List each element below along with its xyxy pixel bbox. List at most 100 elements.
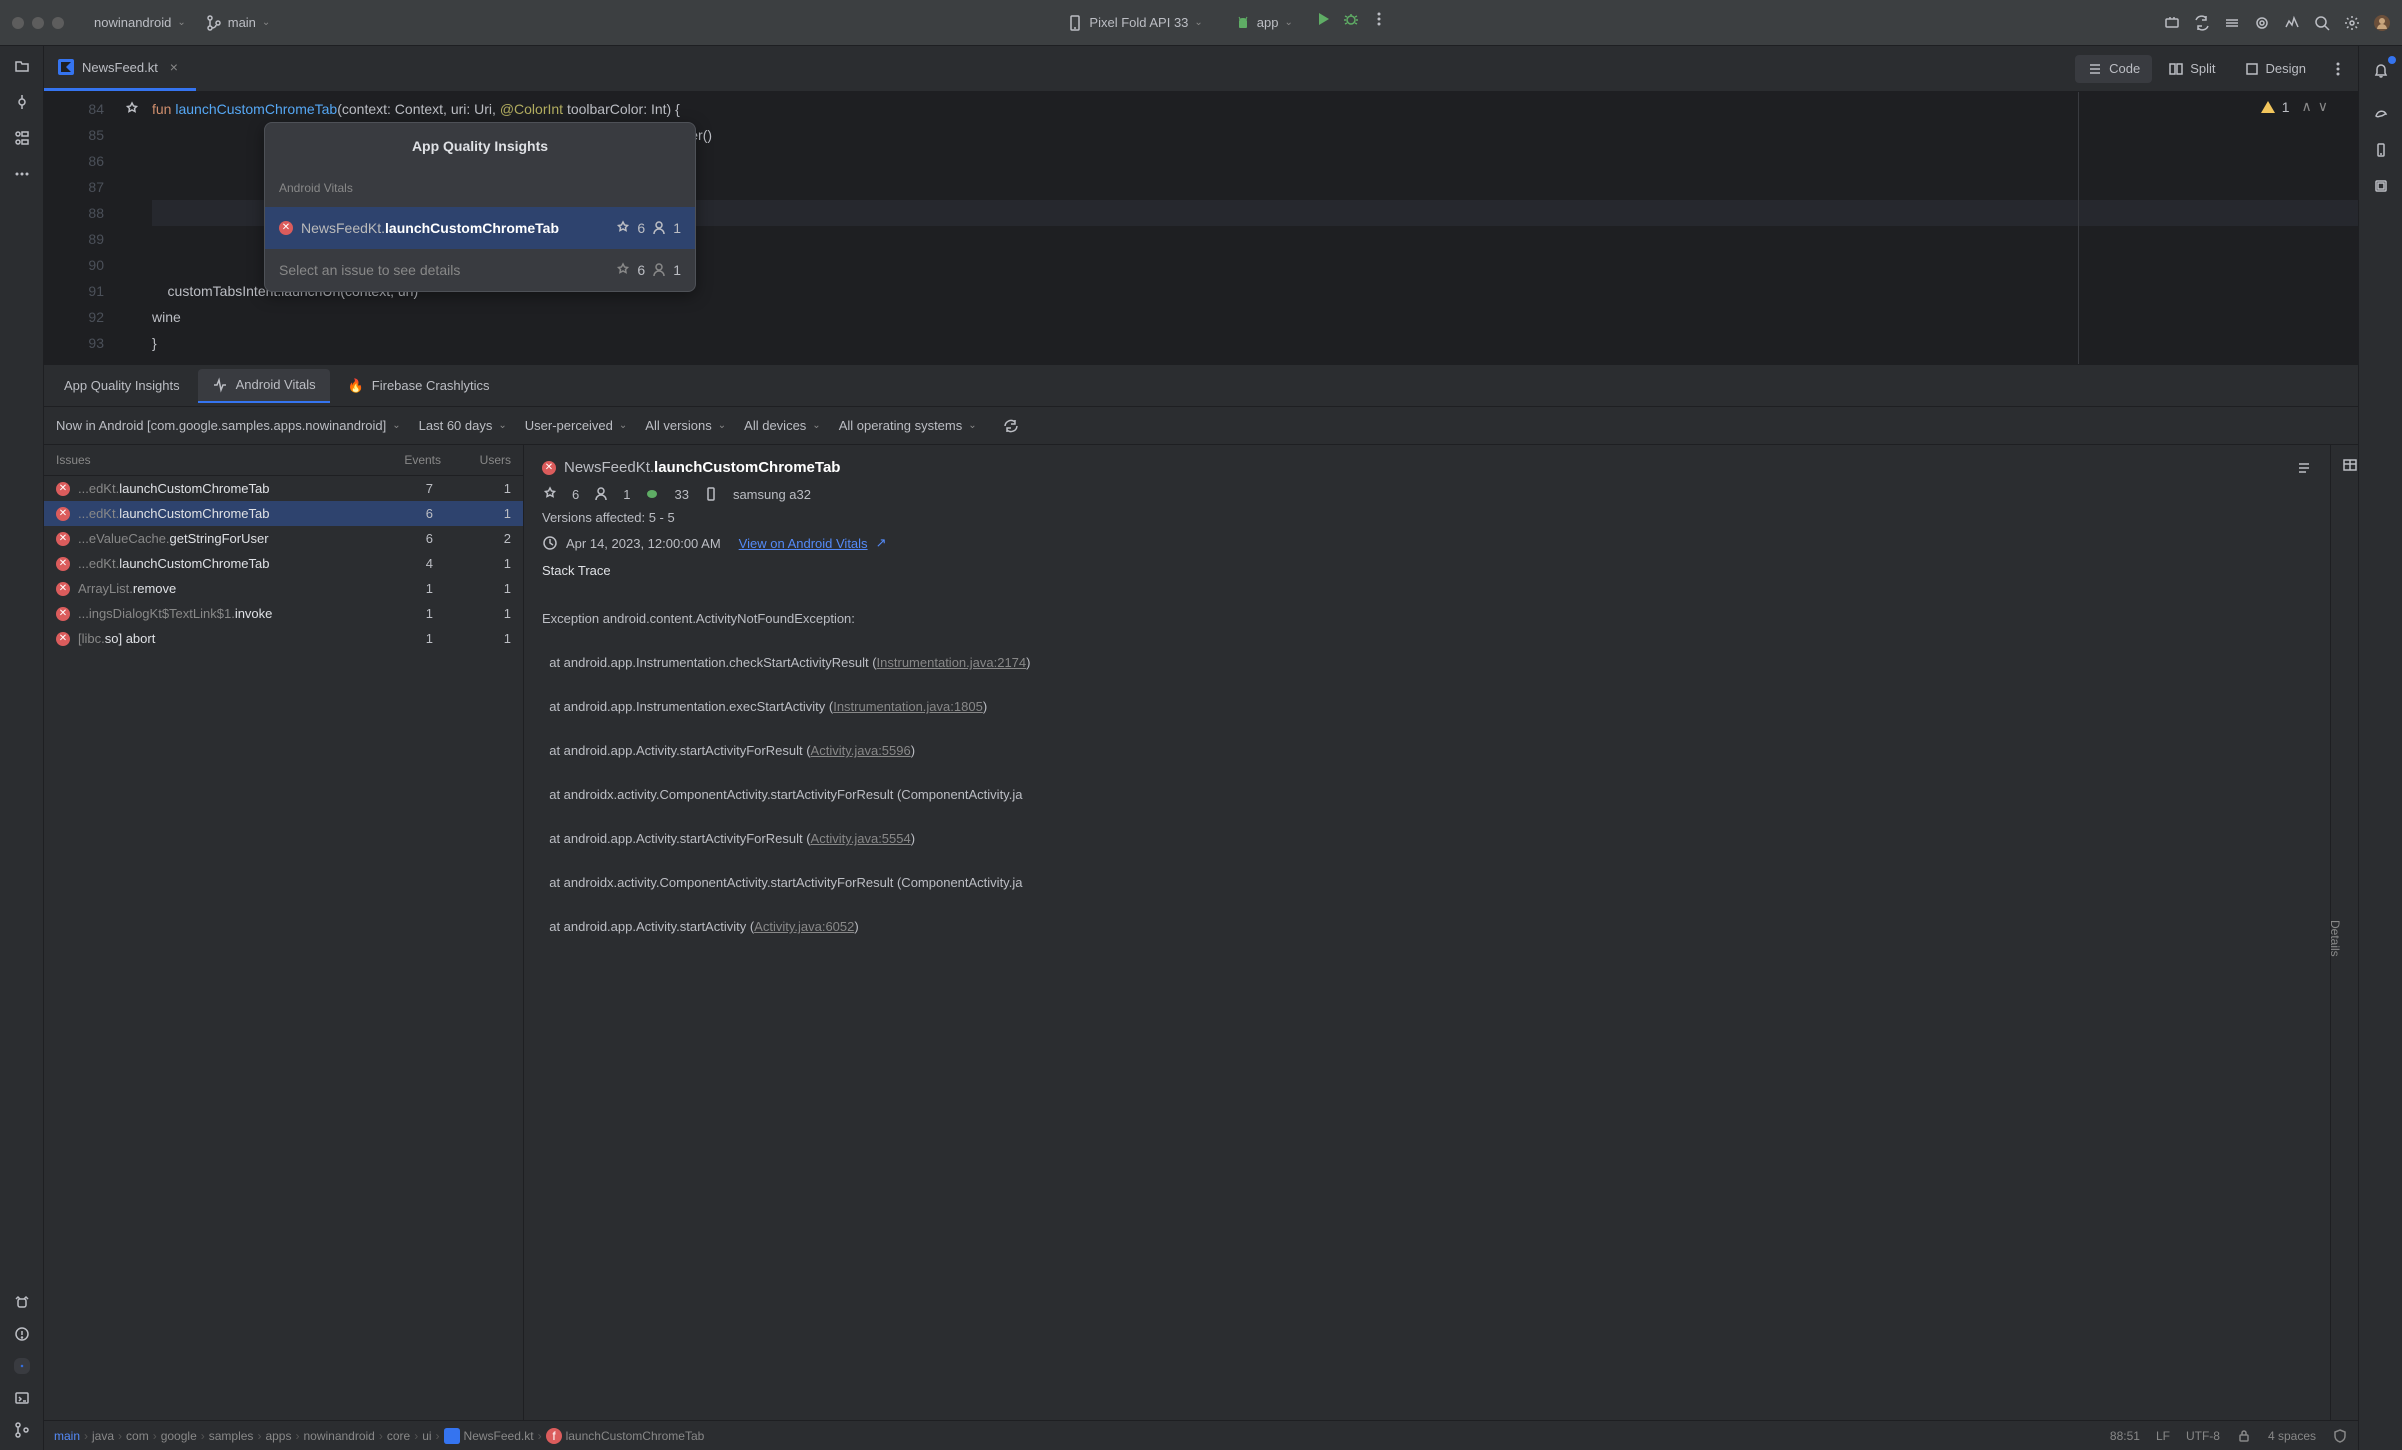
trace-link[interactable]: Activity.java:6052	[754, 919, 854, 934]
app-quality-icon[interactable]	[14, 1358, 30, 1374]
terminal-icon[interactable]	[14, 1390, 30, 1406]
file-tab[interactable]: NewsFeed.kt ×	[44, 46, 196, 91]
device-icon	[703, 486, 719, 502]
events-icon	[542, 486, 558, 502]
prev-highlight[interactable]: ∧	[2302, 98, 2312, 115]
version-control-icon[interactable]	[14, 1422, 30, 1438]
view-mode-code[interactable]: Code	[2075, 55, 2152, 83]
code-with-me-icon[interactable]	[2164, 15, 2180, 31]
maximize-window[interactable]	[52, 17, 64, 29]
issue-row[interactable]: ✕ ...eValueCache.getStringForUser 62	[44, 526, 523, 551]
assistant-icon[interactable]	[2254, 15, 2270, 31]
avatar[interactable]	[2374, 15, 2390, 31]
crumb[interactable]: com	[126, 1429, 149, 1443]
line-ending[interactable]: LF	[2156, 1429, 2170, 1443]
close-tab-icon[interactable]: ×	[166, 59, 182, 75]
insight-gutter-icon[interactable]	[124, 101, 140, 117]
col-events: Events	[371, 453, 441, 467]
crumb[interactable]: nowinandroid	[303, 1429, 374, 1443]
profiler-icon[interactable]	[2284, 15, 2300, 31]
crumb[interactable]: ui	[422, 1429, 431, 1443]
refresh-icon[interactable]	[1003, 418, 1019, 434]
gradle-icon[interactable]	[2373, 106, 2389, 122]
android-icon	[1235, 15, 1251, 31]
crumb[interactable]: google	[161, 1429, 197, 1443]
trace-link[interactable]: Activity.java:5596	[811, 743, 911, 758]
trace-link[interactable]: Instrumentation.java:1805	[833, 699, 983, 714]
users-icon	[651, 262, 667, 278]
view-mode-split[interactable]: Split	[2156, 55, 2227, 83]
crumb[interactable]: core	[387, 1429, 410, 1443]
filter-versions[interactable]: All versions⌄	[645, 418, 726, 433]
git-branch-icon	[206, 15, 222, 31]
minimize-window[interactable]	[32, 17, 44, 29]
crumb[interactable]: main	[54, 1429, 80, 1443]
crumb[interactable]: apps	[265, 1429, 291, 1443]
settings-icon[interactable]	[2344, 15, 2360, 31]
commit-tool-icon[interactable]	[14, 94, 30, 110]
filter-app[interactable]: Now in Android [com.google.samples.apps.…	[56, 418, 401, 433]
filter-devices[interactable]: All devices⌄	[744, 418, 821, 433]
filter-time[interactable]: Last 60 days⌄	[419, 418, 507, 433]
code-editor[interactable]: 848586 878889 909192 93 fun launchCustom…	[44, 92, 2358, 364]
trace-link[interactable]: Instrumentation.java:2174	[877, 655, 1027, 670]
issue-row[interactable]: ✕ ...ingsDialogKt$TextLink$1.invoke 11	[44, 601, 523, 626]
issue-row[interactable]: ✕ ArrayList.remove 11	[44, 576, 523, 601]
breadcrumbs-bar: main› java› com› google› samples› apps› …	[44, 1420, 2358, 1450]
error-icon: ✕	[279, 221, 293, 235]
crumb[interactable]: NewsFeed.kt	[464, 1429, 534, 1443]
details-strip[interactable]: Details	[2330, 445, 2358, 1420]
project-selector[interactable]: nowinandroid ⌄	[84, 11, 196, 34]
filter-perception[interactable]: User-perceived⌄	[525, 418, 628, 433]
popup-issue-item[interactable]: ✕ NewsFeedKt.launchCustomChromeTab 6 1	[265, 207, 695, 249]
readonly-icon[interactable]	[2236, 1428, 2252, 1444]
issue-row[interactable]: ✕ ...edKt.launchCustomChromeTab 71	[44, 476, 523, 501]
kotlin-file-icon	[58, 59, 74, 75]
project-icon[interactable]	[14, 58, 30, 74]
kotlin-file-icon	[444, 1428, 460, 1444]
filter-os[interactable]: All operating systems⌄	[839, 418, 977, 433]
more-icon[interactable]	[2330, 61, 2346, 77]
sync-icon[interactable]	[2194, 15, 2210, 31]
expand-icon[interactable]	[2296, 460, 2312, 476]
error-icon: ✕	[56, 632, 70, 646]
commit-icon[interactable]	[2224, 15, 2240, 31]
emulator-icon[interactable]	[2373, 178, 2389, 194]
issue-row[interactable]: ✕ [libc.so] abort 11	[44, 626, 523, 651]
bottom-panel: App Quality Insights Android Vitals 🔥 Fi…	[44, 364, 2358, 1420]
caret-position[interactable]: 88:51	[2110, 1429, 2140, 1443]
problems-icon[interactable]	[14, 1326, 30, 1342]
view-on-vitals-link[interactable]: View on Android Vitals	[739, 536, 868, 551]
more-tools-icon[interactable]	[14, 166, 30, 182]
search-icon[interactable]	[2314, 15, 2330, 31]
run-config-selector[interactable]: app ⌄	[1225, 11, 1303, 35]
device-manager-icon[interactable]	[2373, 142, 2389, 158]
close-window[interactable]	[12, 17, 24, 29]
next-highlight[interactable]: ∨	[2318, 98, 2328, 115]
notification-dot	[2388, 56, 2396, 64]
gutter-icons	[124, 92, 152, 364]
inspection-badge[interactable]: 1 ∧ ∨	[2260, 98, 2328, 115]
more-actions-icon[interactable]	[1371, 11, 1387, 27]
view-mode-design[interactable]: Design	[2232, 55, 2318, 83]
logcat-icon[interactable]	[14, 1294, 30, 1310]
titlebar: nowinandroid ⌄ main ⌄ Pixel Fold API 33 …	[0, 0, 2402, 46]
branch-selector[interactable]: main ⌄	[196, 11, 281, 35]
structure-icon[interactable]	[14, 130, 30, 146]
crumb[interactable]: samples	[209, 1429, 254, 1443]
external-link-icon: ↗	[876, 535, 887, 551]
crumb[interactable]: launchCustomChromeTab	[566, 1429, 705, 1443]
crumb[interactable]: java	[92, 1429, 114, 1443]
issue-row[interactable]: ✕ ...edKt.launchCustomChromeTab 41	[44, 551, 523, 576]
device-selector[interactable]: Pixel Fold API 33 ⌄	[1057, 11, 1212, 35]
shield-icon[interactable]	[2332, 1428, 2348, 1444]
run-button[interactable]	[1315, 11, 1331, 27]
encoding[interactable]: UTF-8	[2186, 1429, 2220, 1443]
events-icon	[615, 220, 631, 236]
issue-row[interactable]: ✕ ...edKt.launchCustomChromeTab 61	[44, 501, 523, 526]
notifications-icon[interactable]	[2373, 62, 2389, 78]
stack-trace: Exception android.content.ActivityNotFou…	[542, 586, 2312, 982]
debug-button[interactable]	[1343, 11, 1359, 27]
indent[interactable]: 4 spaces	[2268, 1429, 2316, 1443]
trace-link[interactable]: Activity.java:5554	[811, 831, 911, 846]
